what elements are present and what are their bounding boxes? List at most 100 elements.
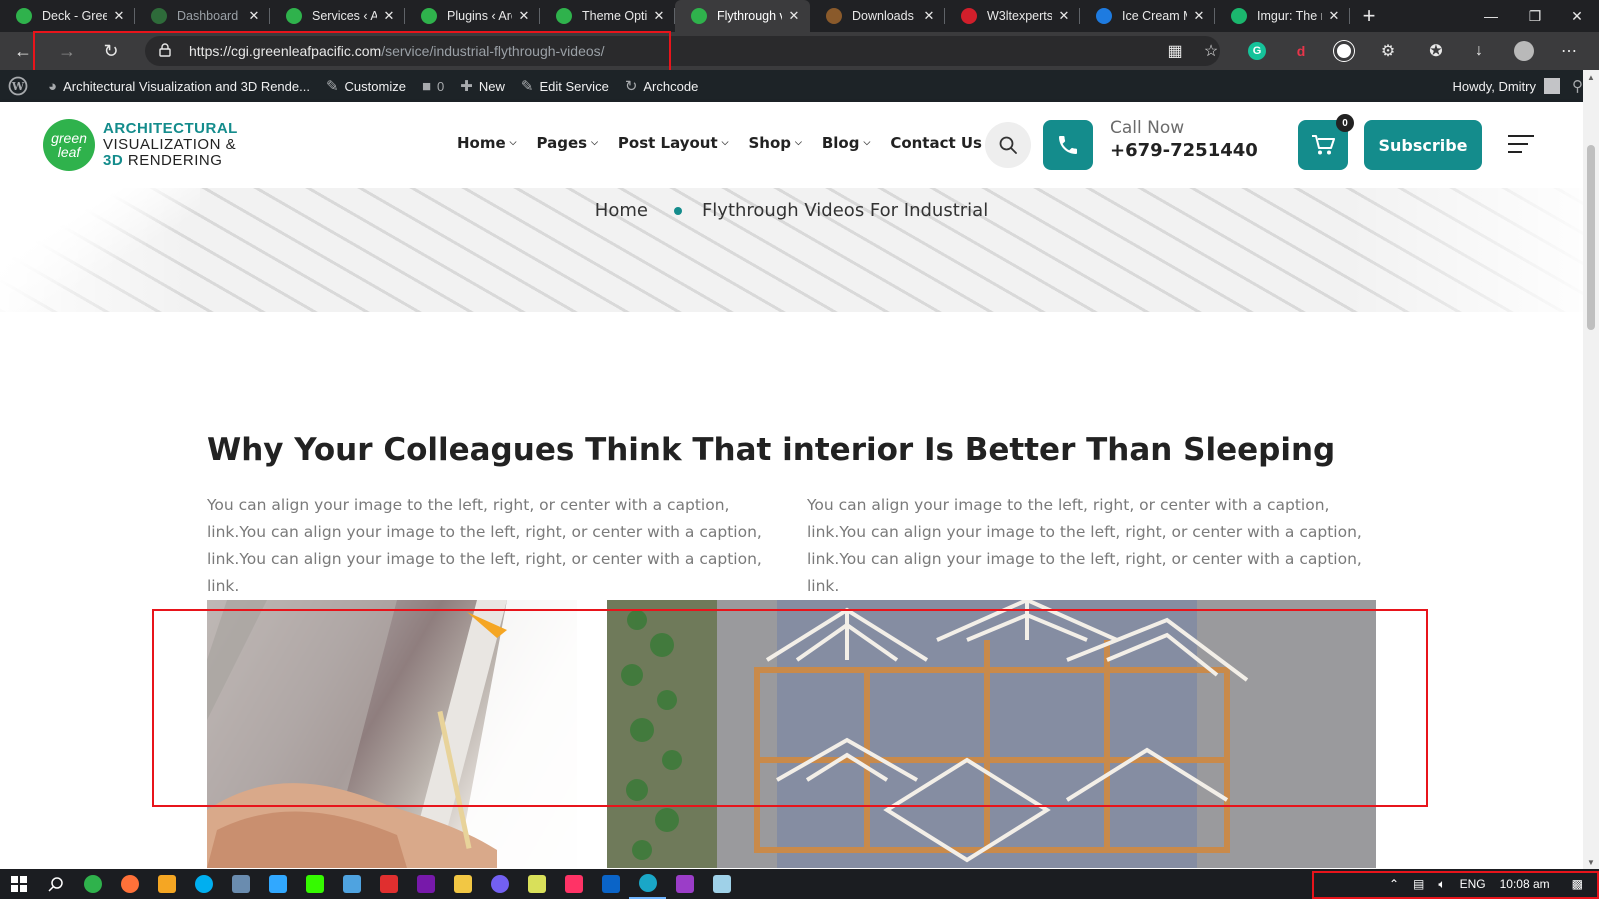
admin-site-name[interactable]: ◕ Architectural Visualization and 3D Ren…	[48, 78, 310, 95]
nav-item[interactable]: Pages ⌵	[537, 134, 598, 152]
chevron-down-icon: ⌵	[795, 138, 802, 148]
browser-tab[interactable]: Plugins ‹ Arch ✕	[405, 0, 540, 32]
nav-item[interactable]: Shop ⌵	[749, 134, 802, 152]
nav-item[interactable]: Post Layout ⌵	[618, 134, 729, 152]
taskbar-search-orange-icon[interactable]	[148, 869, 185, 899]
volume-muted-icon[interactable]: 🔈︎	[1438, 877, 1445, 892]
nav-item[interactable]: Home ⌵	[457, 134, 517, 152]
notifications-icon[interactable]: ▩	[1572, 877, 1583, 891]
extension-red-icon[interactable]: d	[1289, 39, 1313, 63]
grammarly-icon[interactable]: G	[1245, 39, 1269, 63]
taskbar-desktop-app-icon[interactable]	[222, 869, 259, 899]
taskbar-photoshop-icon[interactable]	[259, 869, 296, 899]
breadcrumb-home[interactable]: Home	[595, 200, 648, 221]
tray-chevron-icon[interactable]: ⌃	[1389, 877, 1399, 891]
profile-avatar-icon[interactable]	[1512, 39, 1536, 63]
page-banner: Home Flythrough Videos For Industrial	[0, 188, 1583, 312]
taskbar-notes-icon[interactable]	[518, 869, 555, 899]
tab-close-icon[interactable]: ✕	[1056, 8, 1072, 24]
nav-item[interactable]: Contact Us	[890, 134, 982, 152]
tab-close-icon[interactable]: ✕	[111, 8, 127, 24]
tab-close-icon[interactable]: ✕	[786, 8, 802, 24]
paragraph-right: You can align your image to the left, ri…	[807, 496, 1362, 595]
browser-tab[interactable]: Deck - Green ✕	[0, 0, 135, 32]
tab-close-icon[interactable]: ✕	[1326, 8, 1342, 24]
taskbar-outlook-icon[interactable]	[592, 869, 629, 899]
taskbar-cloud-app-icon[interactable]	[333, 869, 370, 899]
taskbar-search-icon[interactable]	[37, 869, 74, 899]
network-icon[interactable]: ▤	[1413, 877, 1424, 891]
admin-search-icon[interactable]: ⚲	[1572, 77, 1583, 95]
construction-framing-image	[607, 600, 1376, 868]
reader-view-icon[interactable]: ▦	[1163, 39, 1187, 63]
browser-tab[interactable]: Flythrough vi ✕	[675, 0, 810, 32]
language-indicator[interactable]: ENG	[1460, 877, 1486, 891]
tab-close-icon[interactable]: ✕	[921, 8, 937, 24]
admin-comments[interactable]: ■ 0	[422, 78, 444, 95]
taskbar-acrobat-icon[interactable]	[370, 869, 407, 899]
taskbar-chrome-green-icon[interactable]	[74, 869, 111, 899]
hamburger-menu-icon[interactable]	[1508, 135, 1534, 159]
nav-item-label: Post Layout	[617, 134, 718, 152]
wordpress-logo-icon[interactable]: W	[8, 76, 28, 96]
new-tab-button[interactable]: +	[1354, 0, 1384, 32]
taskbar-skype-icon[interactable]	[185, 869, 222, 899]
phone-button[interactable]	[1043, 120, 1093, 170]
tab-close-icon[interactable]: ✕	[651, 8, 667, 24]
favorites-icon[interactable]: ✪	[1424, 39, 1448, 63]
taskbar-edge-icon[interactable]	[629, 869, 666, 899]
restore-icon[interactable]: ❐	[1513, 0, 1557, 32]
forward-button[interactable]: →	[50, 36, 84, 66]
admin-customize[interactable]: ✎ Customize	[326, 77, 406, 95]
taskbar-app-glyph	[416, 875, 435, 893]
taskbar-viber-icon[interactable]	[481, 869, 518, 899]
scroll-down-icon[interactable]: ▼	[1583, 855, 1599, 869]
admin-archcode[interactable]: ↻ Archcode	[625, 77, 699, 95]
admin-howdy[interactable]: Howdy, Dmitry	[1452, 79, 1536, 94]
refresh-button[interactable]: ↻	[94, 36, 128, 66]
tab-label: Ice Cream Ma	[1122, 9, 1187, 23]
browser-tab[interactable]: Downloads | T ✕	[810, 0, 945, 32]
downloads-icon[interactable]: ↓	[1467, 39, 1491, 63]
close-window-icon[interactable]: ✕	[1555, 0, 1599, 32]
browser-tab[interactable]: Imgur: The m ✕	[1215, 0, 1350, 32]
site-logo[interactable]: green leaf ARCHITECTURAL VISUALIZATION &…	[43, 119, 238, 171]
tab-close-icon[interactable]: ✕	[381, 8, 397, 24]
extensions-icon[interactable]: ⚙	[1376, 39, 1400, 63]
subscribe-button[interactable]: Subscribe	[1364, 120, 1482, 170]
taskbar-dreamweaver-icon[interactable]	[296, 869, 333, 899]
cart-button[interactable]: 0	[1298, 114, 1354, 170]
address-bar[interactable]: https://cgi.greenleafpacific.com/service…	[145, 36, 1220, 66]
taskbar-onenote-icon[interactable]	[407, 869, 444, 899]
tab-close-icon[interactable]: ✕	[516, 8, 532, 24]
taskbar-indesign-icon[interactable]	[555, 869, 592, 899]
taskbar-notepad-icon[interactable]	[703, 869, 740, 899]
site-search-button[interactable]	[985, 122, 1031, 168]
tab-close-icon[interactable]: ✕	[1191, 8, 1207, 24]
scroll-thumb[interactable]	[1587, 145, 1595, 330]
admin-archcode-label: Archcode	[643, 78, 699, 94]
browser-tab[interactable]: Services ‹ Arc ✕	[270, 0, 405, 32]
minimize-icon[interactable]: —	[1469, 0, 1513, 32]
page-scrollbar[interactable]: ▲ ▼	[1583, 70, 1599, 869]
taskbar-firefox-icon[interactable]	[111, 869, 148, 899]
taskbar-app-g-icon[interactable]	[666, 869, 703, 899]
add-favorite-icon[interactable]: ☆	[1199, 39, 1223, 63]
tab-close-icon[interactable]: ✕	[246, 8, 262, 24]
browser-tab[interactable]: W3ltexperts ✕	[945, 0, 1080, 32]
more-menu-icon[interactable]: ⋯	[1557, 39, 1581, 63]
back-button[interactable]: ←	[6, 36, 40, 66]
clock[interactable]: 10:08 am	[1500, 877, 1550, 891]
browser-tab[interactable]: Ice Cream Ma ✕	[1080, 0, 1215, 32]
admin-edit[interactable]: ✎ Edit Service	[521, 77, 609, 95]
nav-item[interactable]: Blog ⌵	[822, 134, 870, 152]
phone-number[interactable]: +679-7251440	[1110, 140, 1258, 161]
browser-tab[interactable]: Theme Option ✕	[540, 0, 675, 32]
admin-new[interactable]: ✚ New	[460, 77, 505, 95]
browser-tab[interactable]: Dashboard - ✕	[135, 0, 270, 32]
taskbar-windows-start-icon[interactable]	[0, 869, 37, 899]
scroll-up-icon[interactable]: ▲	[1583, 70, 1599, 84]
extension-circle-icon[interactable]	[1332, 39, 1356, 63]
taskbar-file-explorer-icon[interactable]	[444, 869, 481, 899]
admin-avatar[interactable]	[1544, 78, 1560, 94]
